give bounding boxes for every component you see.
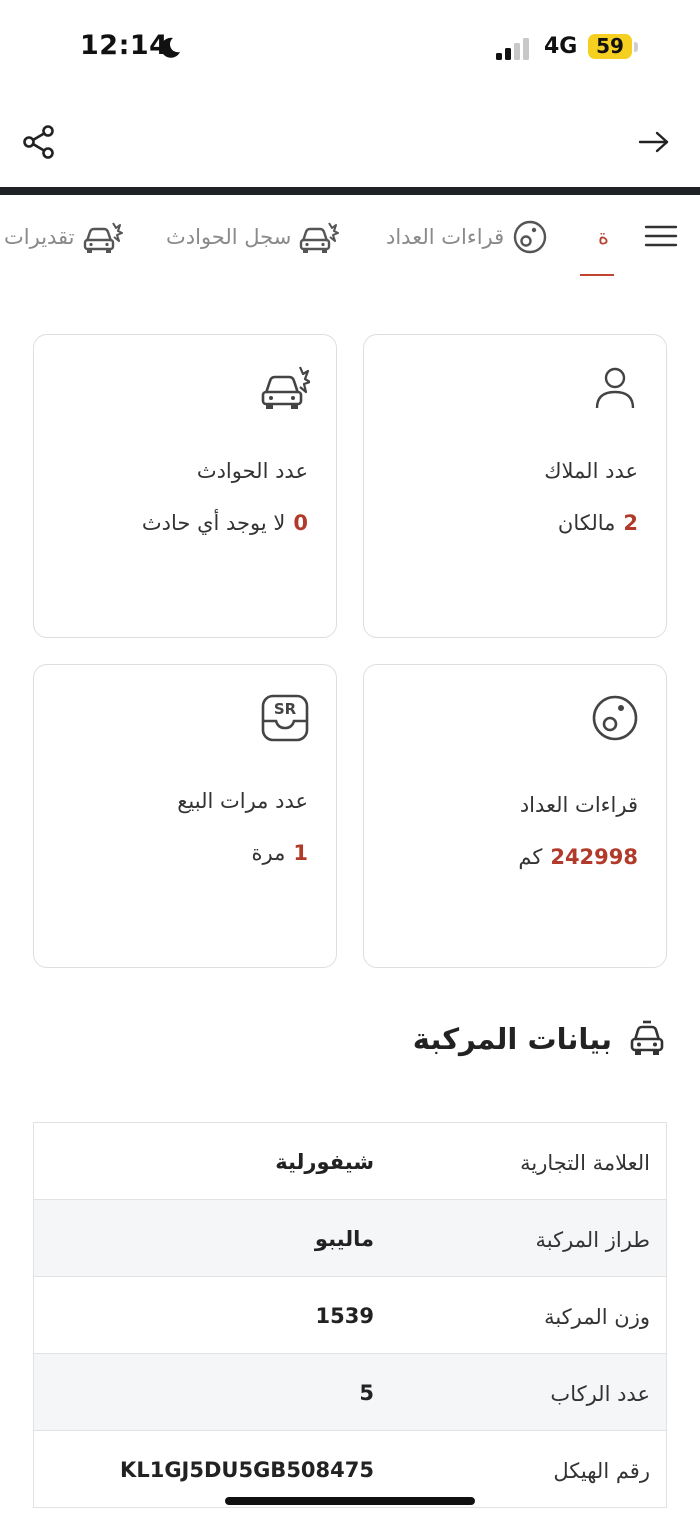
row-value: 1539 (315, 1304, 374, 1328)
row-label: رقم الهيكل (553, 1459, 650, 1483)
gauge-icon (513, 220, 547, 254)
row-label: عدد الركاب (550, 1382, 650, 1406)
card-value: 2 مالكان (558, 511, 638, 535)
row-label: طراز المركبة (535, 1228, 650, 1252)
network-label: 4G (544, 34, 578, 59)
table-row: طراز المركبة ماليبو (34, 1200, 666, 1277)
sales-card[interactable]: SR عدد مرات البيع 1 مرة (33, 664, 337, 968)
section-title: بيانات المركبة (412, 1022, 612, 1056)
active-tab-indicator (580, 274, 614, 276)
share-icon[interactable] (22, 125, 56, 159)
home-indicator[interactable] (225, 1497, 475, 1505)
odometer-value: 242998 (550, 845, 638, 869)
menu-icon[interactable] (644, 223, 678, 249)
owners-card[interactable]: عدد الملاك 2 مالكان (363, 334, 667, 638)
tab-odometer-readings[interactable]: قراءات العداد (386, 217, 548, 257)
odometer-card[interactable]: قراءات العداد 242998 كم (363, 664, 667, 968)
car-crash-icon (83, 222, 123, 253)
owners-unit: مالكان (557, 511, 616, 535)
person-icon (595, 367, 635, 409)
tab-summary[interactable]: ة (598, 217, 609, 257)
accidents-card[interactable]: عدد الحوادث 0 لا يوجد أي حادث (33, 334, 337, 638)
row-value: 5 (359, 1381, 374, 1405)
top-header (0, 95, 700, 188)
tab-label: تقديرات (4, 225, 75, 249)
table-row: عدد الركاب 5 (34, 1354, 666, 1431)
car-crash-icon (261, 366, 310, 409)
header-divider (0, 187, 700, 195)
tab-accident-history[interactable]: سجل الحوادث (166, 217, 340, 257)
moon-icon (160, 37, 180, 58)
battery-indicator: 59 (588, 34, 632, 59)
sr-tray-icon: SR (261, 694, 309, 742)
vehicle-section-header: بيانات المركبة (413, 1020, 666, 1058)
battery-tip (634, 42, 638, 52)
sr-badge: SR (274, 700, 297, 718)
accidents-unit: لا يوجد أي حادث (141, 511, 286, 535)
row-value: ماليبو (314, 1227, 374, 1251)
tab-estimates[interactable]: تقديرات (4, 217, 123, 257)
accidents-count: 0 (293, 511, 308, 535)
table-row: العلامة التجارية شيفورلية (34, 1123, 666, 1200)
signal-icon (496, 38, 529, 60)
row-value: شيفورلية (275, 1150, 374, 1174)
gauge-icon (592, 695, 638, 741)
tab-label: ة (598, 225, 610, 249)
car-icon (630, 1020, 664, 1055)
odometer-unit: كم (518, 845, 543, 869)
tab-bar: ة قراءات العداد سجل الحوادث تقديرات (0, 195, 700, 280)
card-value: 242998 كم (518, 845, 638, 869)
card-value: 1 مرة (252, 841, 308, 865)
card-label: عدد الحوادث (196, 459, 308, 483)
card-label: عدد مرات البيع (177, 789, 308, 813)
status-time: 12:14 (80, 30, 169, 61)
table-row: وزن المركبة 1539 (34, 1277, 666, 1354)
row-label: العلامة التجارية (520, 1151, 650, 1175)
car-crash-icon (300, 222, 340, 253)
status-bar: 12:14 4G 59 (0, 0, 700, 95)
card-value: 0 لا يوجد أي حادث (142, 511, 308, 535)
tab-label: قراءات العداد (386, 225, 505, 249)
sales-unit: مرة (251, 841, 286, 865)
tab-label: سجل الحوادث (166, 225, 292, 249)
card-label: عدد الملاك (544, 459, 638, 483)
row-label: وزن المركبة (544, 1305, 650, 1329)
row-value: KL1GJ5DU5GB508475 (120, 1458, 374, 1482)
sales-count: 1 (293, 841, 308, 865)
vehicle-info-table: العلامة التجارية شيفورلية طراز المركبة م… (33, 1122, 667, 1508)
owners-count: 2 (623, 511, 638, 535)
card-label: قراءات العداد (519, 793, 638, 817)
arrow-right-icon[interactable] (638, 131, 670, 153)
